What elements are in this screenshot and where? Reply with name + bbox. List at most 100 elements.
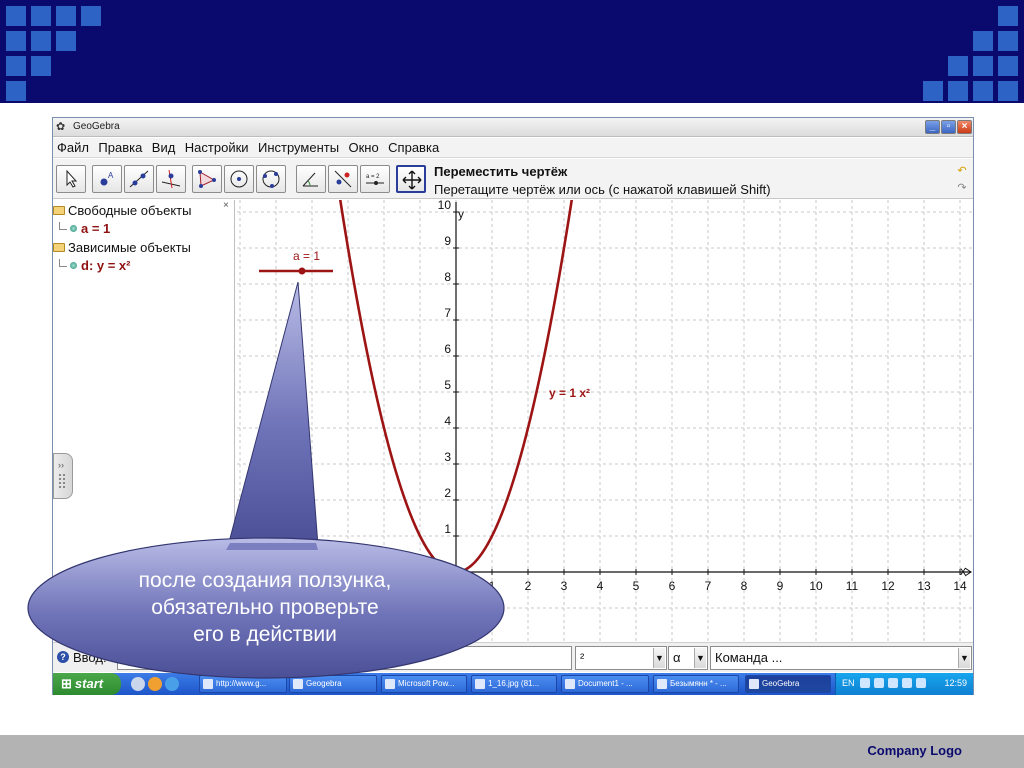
callout-text: после создания ползунка, обязательно про… [60,567,470,648]
header-square [31,6,51,26]
tray-icon[interactable] [888,678,898,688]
object-d: d: y = x² [81,258,131,273]
curve-label[interactable]: y = 1 x² [549,386,590,400]
active-tool-title: Переместить чертёж [434,164,568,179]
polygon-tool-icon[interactable] [192,165,222,193]
taskbar-item-active[interactable]: GeoGebra [745,675,831,693]
slider-tool-icon[interactable]: a = 2 [360,165,390,193]
menu-view[interactable]: Вид [152,138,176,158]
dependent-objects-label: Зависимые объекты [68,240,191,255]
volume-icon[interactable] [916,678,926,688]
x-tick-label: 4 [597,579,604,593]
menu-tools[interactable]: Инструменты [258,138,339,158]
menu-file[interactable]: Файл [57,138,89,158]
y-tick-label: 1 [444,522,451,536]
free-objects-folder[interactable]: Свободные объекты [53,203,191,218]
polygon-icon [198,170,216,188]
y-axis-label: y [458,207,464,221]
callout-line: после создания ползунка, [138,569,392,592]
undo-icon[interactable]: ↶ [955,164,969,178]
tree-connector [59,259,67,267]
start-button[interactable]: ⊞ start [53,673,121,695]
taskbar-item[interactable]: http://www.g... [199,675,287,693]
network-icon[interactable] [902,678,912,688]
object-visibility-icon[interactable] [70,225,77,232]
x-tick-label: 7 [705,579,712,593]
menu-help[interactable]: Справка [388,138,439,158]
maximize-button[interactable]: ▫ [941,120,956,134]
angle-tool-icon[interactable] [296,165,326,193]
x-tick-label: 12 [881,579,895,593]
menu-settings[interactable]: Настройки [185,138,249,158]
header-square [31,56,51,76]
free-objects-label: Свободные объекты [68,203,192,218]
command-select[interactable]: Команда ... ▼ [710,646,972,670]
slider-label: a = 1 [293,249,320,263]
header-square [923,81,943,101]
arrow-cursor-icon [66,169,78,188]
circle-three-points-icon [262,170,280,188]
minimize-button[interactable]: _ [925,120,940,134]
taskbar-item[interactable]: Microsoft Pow... [381,675,467,693]
tray-icon[interactable] [874,678,884,688]
help-tray-icon[interactable] [860,678,870,688]
circle-tool-icon[interactable] [224,165,254,193]
header-square [998,56,1018,76]
window-title: GeoGebra [73,121,120,132]
move-tool-icon[interactable] [56,165,86,193]
perpendicular-tool-icon[interactable] [156,165,186,193]
taskbar-item[interactable]: Безымянн * - ... [653,675,739,693]
menu-edit[interactable]: Правка [98,138,142,158]
chevron-down-icon[interactable]: ▼ [694,648,706,668]
close-algebra-icon[interactable]: × [223,200,229,211]
move-arrows-icon [402,170,422,190]
chevron-down-icon[interactable]: ▼ [958,648,970,668]
dependent-objects-folder[interactable]: Зависимые объекты [53,240,191,255]
quick-launch-icon[interactable] [131,677,145,691]
list-item[interactable]: d: y = x² [53,258,131,273]
redo-icon[interactable]: ↷ [955,181,969,195]
object-visibility-icon[interactable] [70,262,77,269]
taskbar-item[interactable]: Document1 - ... [561,675,649,693]
slider-knob[interactable] [298,267,306,275]
point-tool-icon[interactable]: A [92,165,122,193]
greek-symbol-select[interactable]: α ▼ [668,646,708,670]
power-symbol-select[interactable]: ² ▼ [575,646,667,670]
taskbar-item[interactable]: Geogebra [289,675,377,693]
toolbar: A a = 2 Переместить чертёж Перетащите че… [53,159,973,199]
x-tick-label: 1 [489,579,496,593]
taskbar-item[interactable]: 1_16.jpg (81... [471,675,557,693]
quick-launch-icon[interactable] [148,677,162,691]
move-graphics-tool-icon[interactable] [396,165,426,193]
x-tick-label: 5 [633,579,640,593]
header-square [6,81,26,101]
reflect-tool-icon[interactable] [328,165,358,193]
browser-icon[interactable] [165,677,179,691]
y-tick-label: 5 [444,378,451,392]
reflect-icon [334,170,352,188]
list-item[interactable]: a = 1 [53,221,110,236]
language-indicator[interactable]: EN [842,678,855,688]
circle-icon [230,170,248,188]
x-tick-label: 14 [953,579,967,593]
chevron-down-icon[interactable]: ▼ [653,648,665,668]
y-tick-label: 7 [444,306,451,320]
header-square [6,31,26,51]
input-field[interactable] [117,646,572,670]
svg-text:››: ›› [58,460,64,470]
geogebra-icon: ✿ [56,121,66,133]
y-tick-label: 6 [444,342,451,356]
command-placeholder: Команда ... [715,650,783,665]
close-button[interactable]: × [957,120,972,134]
expand-arrows-icon: ›› [58,460,65,488]
y-tick-label: 9 [444,234,451,248]
header-square [31,31,51,51]
line-tool-icon[interactable] [124,165,154,193]
folder-icon [53,243,65,252]
clock: 12:59 [944,678,967,688]
side-panel-handle[interactable]: ›› [53,453,73,499]
object-a: a = 1 [81,221,111,236]
menu-window[interactable]: Окно [349,138,379,158]
help-icon[interactable]: ? [57,651,69,663]
circle-three-points-tool-icon[interactable] [256,165,286,193]
